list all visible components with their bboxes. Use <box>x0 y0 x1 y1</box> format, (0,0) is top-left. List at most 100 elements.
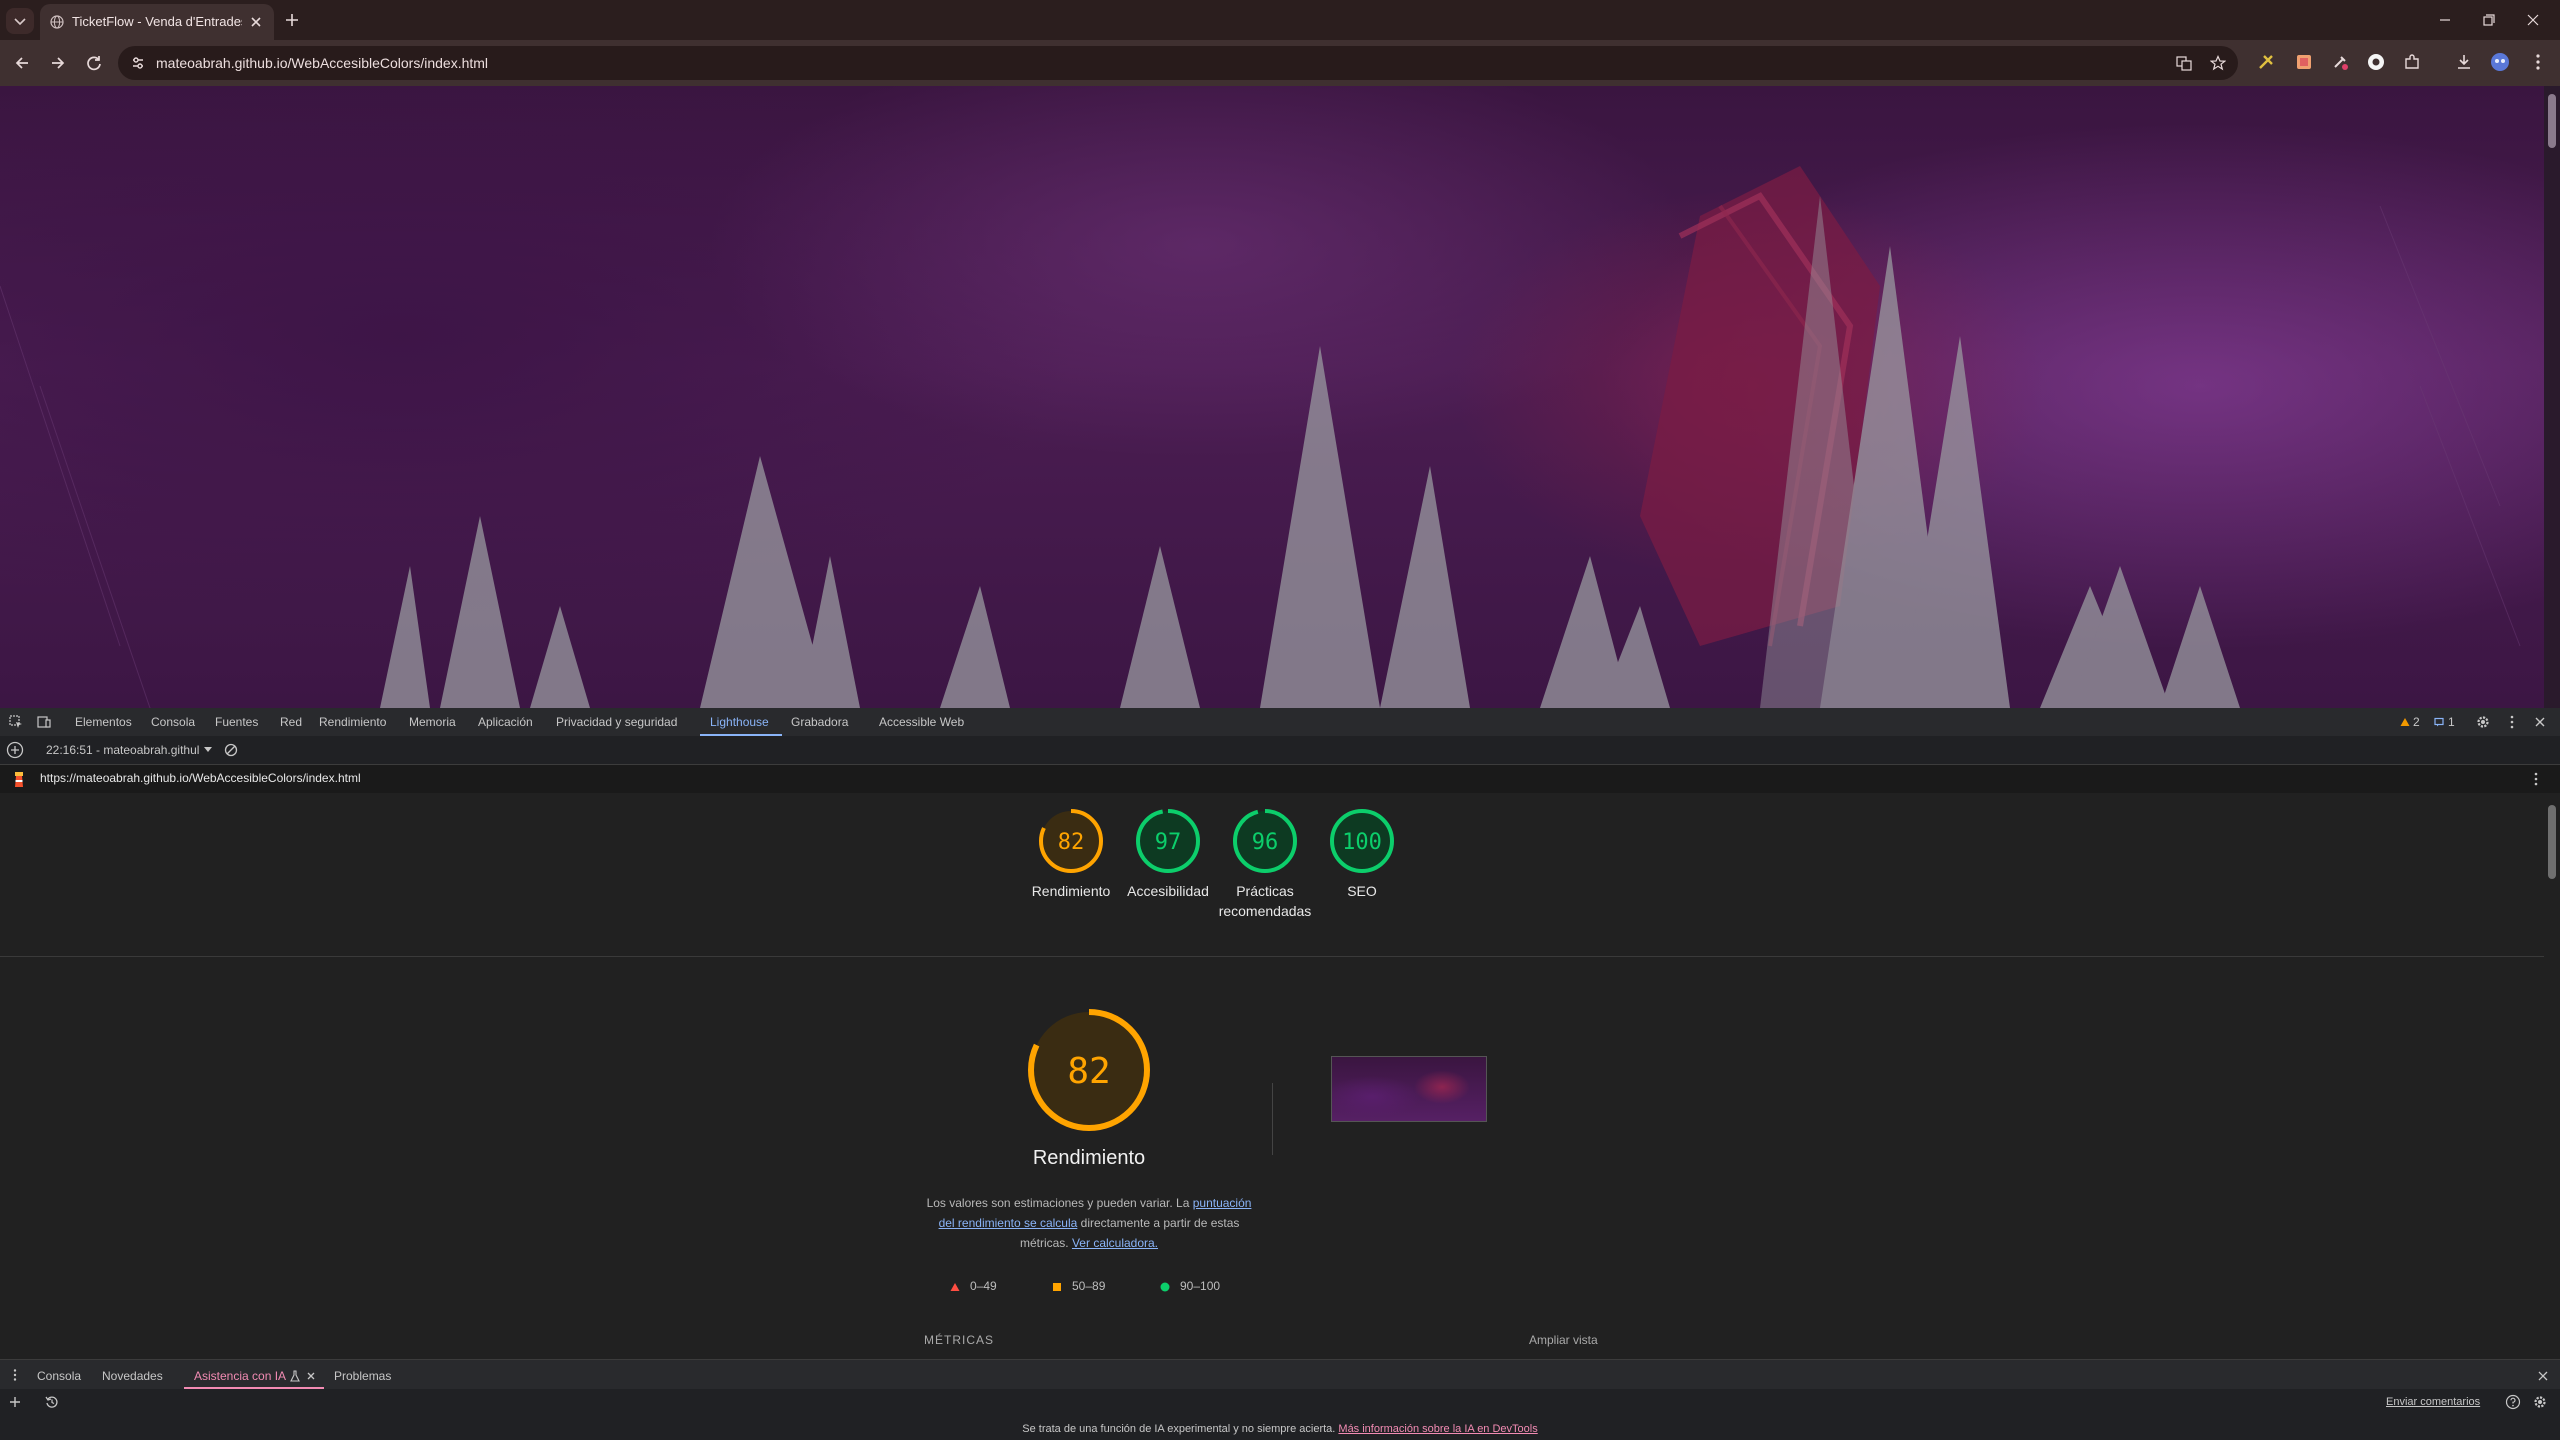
score-gauge-seo[interactable]: 100 SEO <box>1307 807 1417 901</box>
profile-avatar-icon[interactable] <box>2490 52 2510 72</box>
drawer-tabbar: Consola Novedades Asistencia con IA Prob… <box>0 1359 2560 1390</box>
globe-icon <box>50 15 64 29</box>
browser-tab-active[interactable]: TicketFlow - Venda d'Entrades <box>40 4 274 40</box>
extension-chrome-icon[interactable] <box>2366 52 2386 72</box>
score-gauge-label: SEO <box>1347 883 1377 899</box>
extension-palette-icon[interactable] <box>2294 52 2314 72</box>
plus-icon[interactable] <box>281 9 303 31</box>
expand-view-toggle[interactable]: Ampliar vista <box>1529 1333 1598 1347</box>
new-chat-plus-icon[interactable] <box>8 1395 22 1409</box>
performance-gauge[interactable]: 82 <box>1027 1008 1151 1132</box>
page-scrollbar[interactable] <box>2544 86 2560 708</box>
close-icon[interactable] <box>246 12 266 32</box>
download-icon[interactable] <box>2454 52 2474 72</box>
hero-background-image <box>0 166 2521 708</box>
flask-icon <box>290 1370 300 1382</box>
tab-elementos[interactable]: Elementos <box>75 715 132 729</box>
legend-range: 50–89 <box>1072 1279 1106 1293</box>
report-url[interactable]: https://mateoabrah.github.io/WebAccesibl… <box>40 771 361 785</box>
report-selector[interactable]: 22:16:51 - mateoabrah.githul <box>46 743 199 757</box>
extensions-puzzle-icon[interactable] <box>2402 52 2422 72</box>
gauge-value: 97 <box>1155 830 1182 855</box>
performance-title: Rendimiento <box>1032 1147 1146 1169</box>
tab-lighthouse[interactable]: Lighthouse <box>710 715 769 729</box>
score-gauge-rendimiento[interactable]: 82 Rendimiento <box>1016 807 1126 901</box>
tab-search-button[interactable] <box>6 8 34 34</box>
drawer-tab-ai-assistance[interactable]: Asistencia con IA <box>194 1369 286 1383</box>
score-gauge-ring: 96 <box>1233 809 1297 873</box>
restore-icon[interactable] <box>2476 8 2502 32</box>
help-icon[interactable] <box>2505 1394 2521 1410</box>
close-drawer-icon[interactable] <box>2536 1369 2550 1383</box>
tab-privacidad[interactable]: Privacidad y seguridad <box>556 715 677 729</box>
gear-icon[interactable] <box>2475 714 2491 730</box>
score-legend: 0–49 50–89 90–100 <box>950 1279 1250 1299</box>
extension-tool-icon[interactable] <box>2256 52 2276 72</box>
score-gauge-accesibilidad[interactable]: 97 Accesibilidad <box>1113 807 1223 901</box>
tab-grabadora[interactable]: Grabadora <box>791 715 848 729</box>
lighthouse-report: 82 Rendimiento 97 Accesibilidad 96 Prácticas … <box>0 793 2544 1359</box>
tab-memoria[interactable]: Memoria <box>409 715 456 729</box>
performance-section: 82 Rendimiento Los valores son estimacio… <box>900 1003 1700 1359</box>
metrics-heading: MÉTRICAS <box>924 1333 995 1347</box>
minimize-icon[interactable] <box>2432 8 2458 32</box>
messages-count[interactable]: 1 <box>2448 715 2455 729</box>
tab-rendimiento[interactable]: Rendimiento <box>319 715 386 729</box>
back-arrow-icon[interactable] <box>10 51 34 75</box>
drawer-tab-problemas[interactable]: Problemas <box>334 1369 391 1383</box>
bookmark-star-icon[interactable] <box>2210 55 2226 71</box>
device-toolbar-icon[interactable] <box>36 714 52 730</box>
drawer-menu-icon[interactable] <box>8 1368 22 1382</box>
performance-description: Los valores son estimaciones y pueden va… <box>920 1193 1258 1253</box>
gauge-value: 96 <box>1252 830 1279 855</box>
translate-icon[interactable] <box>2176 55 2192 71</box>
site-settings-icon[interactable] <box>130 55 146 71</box>
dropdown-caret-icon[interactable] <box>204 747 212 753</box>
lighthouse-toolbar: 22:16:51 - mateoabrah.githul <box>0 736 2560 765</box>
final-screenshot-thumbnail[interactable] <box>1331 1056 1487 1122</box>
score-gauge-prácticas-recomendadas[interactable]: 96 Prácticas recomendadas <box>1210 807 1320 921</box>
message-icon[interactable] <box>2434 717 2444 727</box>
history-icon[interactable] <box>45 1395 59 1409</box>
devtools-tabbar: Elementos Consola Fuentes Red Rendimient… <box>0 708 2560 737</box>
inspect-element-icon[interactable] <box>8 714 24 730</box>
ai-info-link[interactable]: Más información sobre la IA en DevTools <box>1338 1423 1537 1435</box>
send-feedback-link[interactable]: Enviar comentarios <box>2386 1396 2480 1408</box>
warnings-count[interactable]: 2 <box>2413 715 2420 729</box>
address-bar[interactable]: mateoabrah.github.io/WebAccesibleColors/… <box>118 46 2238 80</box>
ai-settings-gear-icon[interactable] <box>2532 1394 2548 1410</box>
legend-range: 90–100 <box>1180 1279 1221 1293</box>
tab-consola[interactable]: Consola <box>151 715 195 729</box>
reload-icon[interactable] <box>82 51 106 75</box>
close-devtools-icon[interactable] <box>2532 714 2548 730</box>
extension-eyedropper-icon[interactable] <box>2330 52 2350 72</box>
drawer-tab-consola[interactable]: Consola <box>37 1369 81 1383</box>
forward-arrow-icon[interactable] <box>46 51 70 75</box>
chevron-down-icon <box>14 18 26 26</box>
browser-toolbar: mateoabrah.github.io/WebAccesibleColors/… <box>0 40 2560 86</box>
window-close-icon[interactable] <box>2520 8 2546 32</box>
square-icon <box>1052 1282 1062 1292</box>
calculator-link[interactable]: Ver calculadora. <box>1072 1236 1158 1250</box>
report-menu-icon[interactable] <box>2528 771 2544 787</box>
report-scrollbar[interactable] <box>2544 793 2560 1359</box>
report-scroll-thumb[interactable] <box>2548 805 2556 879</box>
tab-aplicacion[interactable]: Aplicación <box>478 715 533 729</box>
lighthouse-logo-icon <box>15 772 23 787</box>
tab-red[interactable]: Red <box>280 715 302 729</box>
tab-fuentes[interactable]: Fuentes <box>215 715 258 729</box>
clear-block-icon[interactable] <box>224 743 238 757</box>
legend-range: 0–49 <box>970 1279 997 1293</box>
more-options-icon[interactable] <box>2504 714 2520 730</box>
triangle-icon <box>950 1282 960 1292</box>
new-report-plus-icon[interactable] <box>6 741 24 759</box>
tab-strip: TicketFlow - Venda d'Entrades <box>0 0 2560 40</box>
score-gauge-ring: 82 <box>1039 809 1103 873</box>
browser-menu-icon[interactable] <box>2528 52 2548 72</box>
close-tab-icon[interactable] <box>306 1371 316 1381</box>
warning-triangle-icon[interactable] <box>2400 717 2410 727</box>
score-gauge-ring: 100 <box>1330 809 1394 873</box>
tab-accessible-web[interactable]: Accessible Web <box>879 715 964 729</box>
drawer-tab-novedades[interactable]: Novedades <box>102 1369 163 1383</box>
page-scroll-thumb[interactable] <box>2548 94 2556 148</box>
